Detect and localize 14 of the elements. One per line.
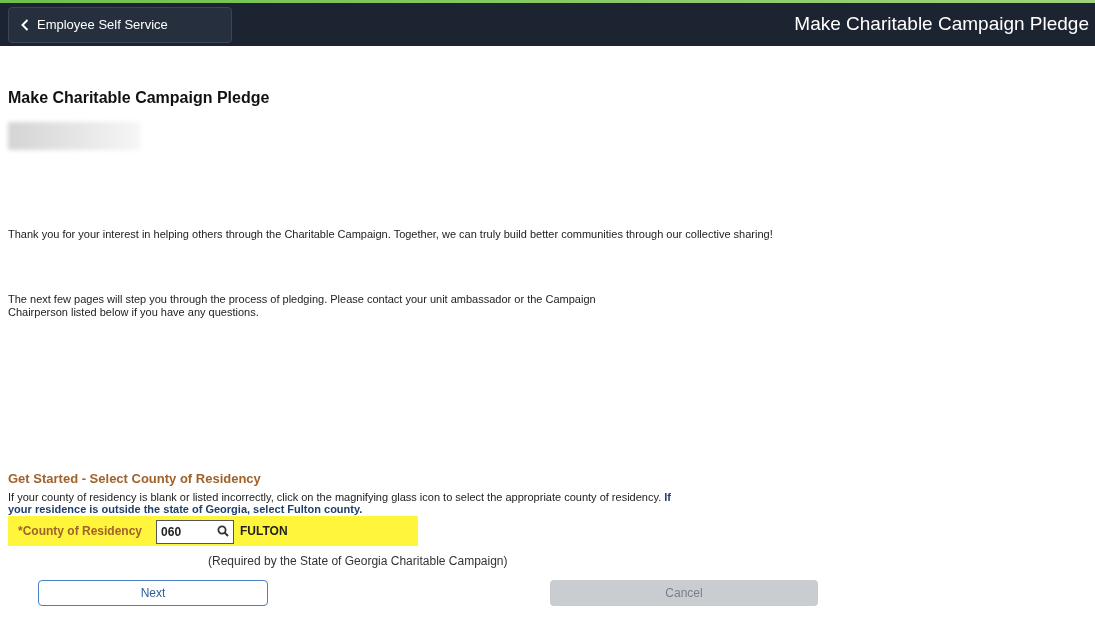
county-name: FULTON [240, 522, 288, 540]
section-heading: Get Started - Select County of Residency [8, 470, 262, 488]
county-input[interactable]: 060 [156, 519, 235, 544]
chevron-left-icon [21, 18, 29, 31]
field-label: *County of Residency [18, 522, 143, 540]
intro-paragraph: Thank you for your interest in helping others through the Charitable Campaign. Together, we can truly build better communities through our collective sharing! [8, 228, 774, 241]
page-title: Make Charitable Campaign Pledge [8, 88, 271, 108]
next-button[interactable]: Next [38, 579, 268, 606]
required-note: (Required by the State of Georgia Charitable Campaign) [208, 552, 509, 570]
back-button[interactable]: Employee Self Service [8, 6, 232, 43]
search-icon[interactable] [217, 524, 230, 537]
instructions-text: If your county of residency is blank or listed incorrectly, click on the magnifying glass icon to select the appropriate county of residency. If your residence is outside the state of Georgia, select Fulton county. [8, 490, 672, 515]
header-title: Make Charitable Campaign Pledge [794, 12, 1089, 37]
intro-paragraph: The next few pages will step you through the process of pledging. Please contact your unit ambassador or the Campaign Chairperson listed below if you have any questions. [8, 293, 597, 319]
